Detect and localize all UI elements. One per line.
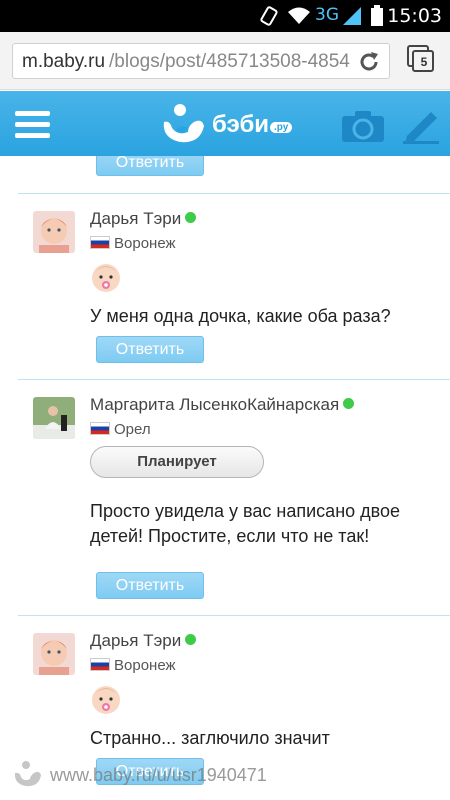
comment-text: Странно... заглючило значит [90, 728, 330, 748]
signal-icon [343, 7, 361, 25]
camera-icon[interactable] [341, 109, 385, 143]
watermark-logo-icon [14, 761, 41, 787]
avatar[interactable] [33, 397, 75, 439]
tabs-button[interactable]: 5 [407, 45, 434, 72]
russia-flag-icon [90, 422, 110, 435]
avatar-image [33, 397, 75, 439]
city-text: Воронеж [114, 235, 176, 252]
online-indicator [185, 634, 197, 645]
author-city: Орел [90, 421, 151, 438]
rotate-icon [260, 6, 278, 26]
pencil-icon[interactable] [401, 108, 441, 144]
divider [18, 193, 450, 194]
author-name[interactable]: Дарья Тэри [90, 209, 197, 229]
russia-flag-icon [90, 236, 110, 249]
comment-text: Просто увидела у вас написано двое детей… [90, 501, 401, 546]
logo-mark-icon [163, 104, 204, 143]
browser-toolbar: m.baby.ru /blogs/post/485713508-4854 5 [0, 32, 450, 90]
author-name-text: Маргарита ЛысенкоКайнарская [90, 395, 340, 414]
status-bar: 3G 15:03 [0, 0, 450, 32]
reply-button[interactable]: Ответить [96, 156, 204, 176]
app-header: бэби .ру [0, 91, 450, 156]
logo-text: бэби [212, 111, 270, 138]
author-city: Воронеж [90, 235, 176, 252]
city-text: Воронеж [114, 657, 176, 674]
divider [18, 615, 450, 616]
online-indicator [185, 212, 197, 223]
author-name[interactable]: Дарья Тэри [90, 631, 197, 651]
logo[interactable]: бэби .ру [158, 102, 298, 146]
network-type: 3G [315, 5, 339, 25]
clock: 15:03 [387, 5, 442, 27]
divider [18, 379, 450, 380]
russia-flag-icon [90, 658, 110, 671]
reload-icon[interactable] [357, 50, 381, 74]
baby-status-icon [92, 264, 120, 292]
tab-count: 5 [420, 55, 428, 69]
status-badge: Планирует [90, 446, 264, 478]
watermark-text: www.baby.ru/u/usr1940471 [50, 765, 267, 785]
avatar-image [33, 633, 75, 675]
city-text: Орел [114, 421, 151, 438]
avatar-image [33, 211, 75, 253]
online-indicator [343, 398, 355, 409]
author-name-text: Дарья Тэри [90, 209, 182, 228]
avatar[interactable] [33, 633, 75, 675]
reply-button[interactable]: Ответить [96, 572, 204, 599]
author-city: Воронеж [90, 657, 176, 674]
address-bar[interactable]: m.baby.ru /blogs/post/485713508-4854 [12, 43, 390, 79]
comments-list: Ответить Дарья Тэри Воронеж У меня одна … [0, 156, 450, 800]
author-name-text: Дарья Тэри [90, 631, 182, 650]
wifi-icon [288, 7, 310, 24]
author-name[interactable]: Маргарита ЛысенкоКайнарская [90, 395, 355, 415]
url-host: m.baby.ru [22, 51, 106, 72]
reply-button[interactable]: Ответить [96, 336, 204, 363]
battery-icon [371, 5, 383, 26]
baby-status-icon [92, 686, 120, 714]
logo-suffix: .ру [270, 122, 293, 133]
avatar[interactable] [33, 211, 75, 253]
url-path: /blogs/post/485713508-4854 [109, 51, 350, 72]
comment-text: У меня одна дочка, какие оба раза? [90, 306, 391, 326]
menu-icon[interactable] [15, 111, 50, 138]
